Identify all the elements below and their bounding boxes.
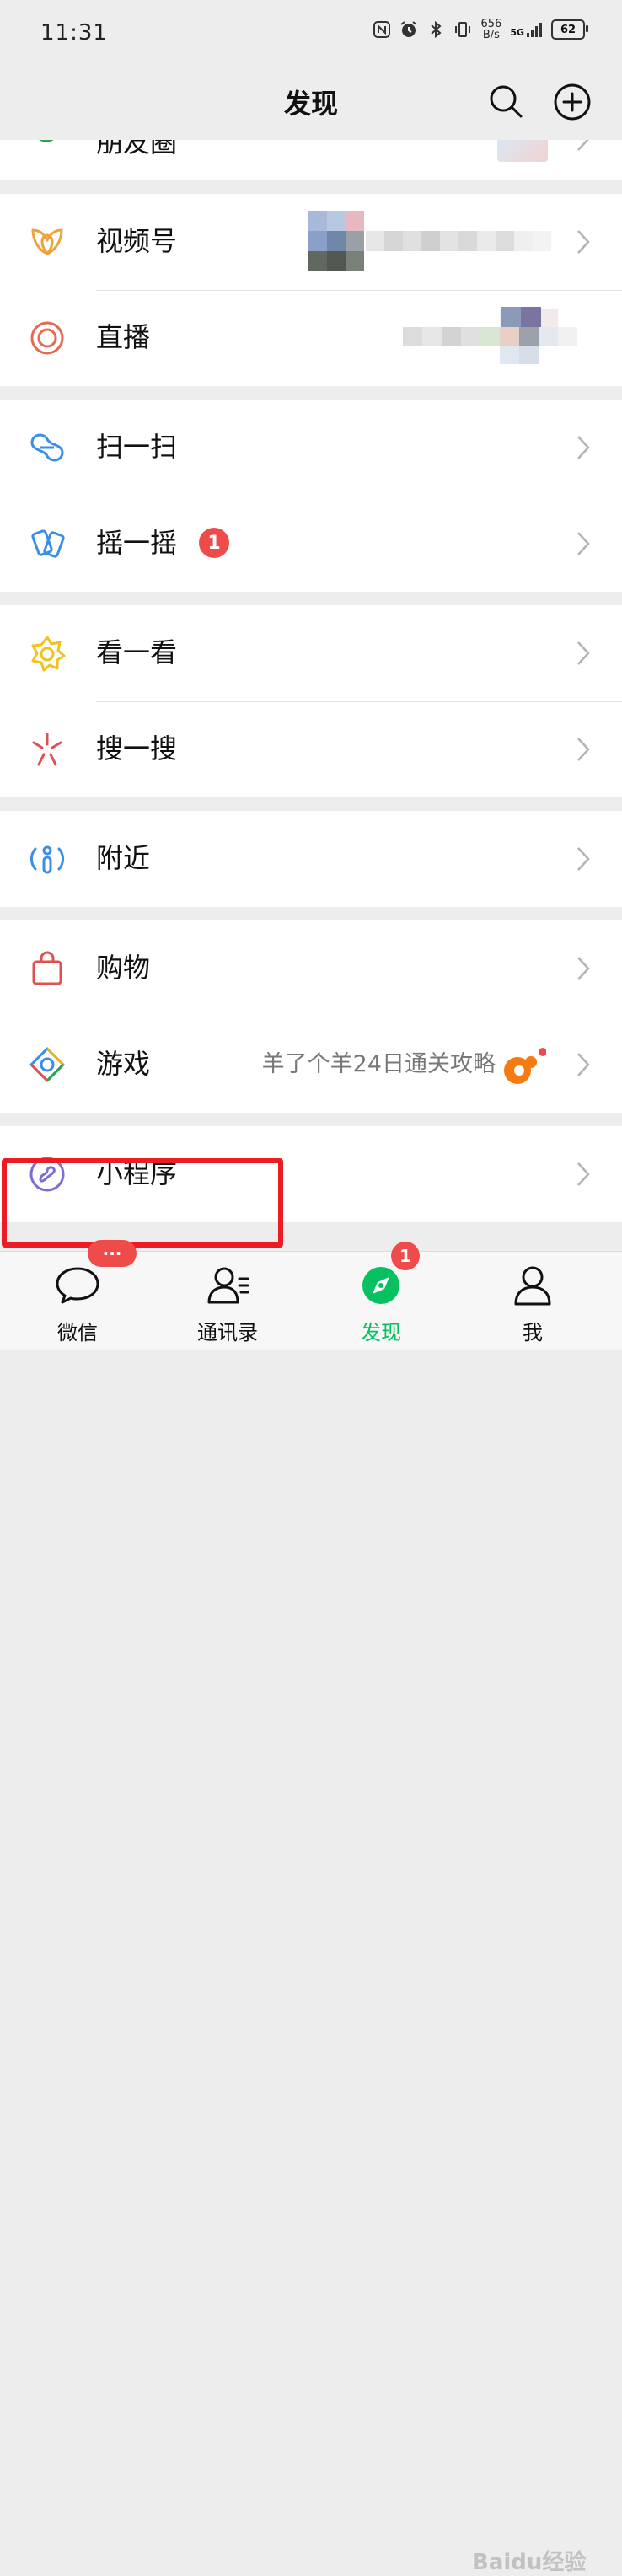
list-item-games[interactable]: 游戏 羊了个羊24日通关攻略 [0,1017,622,1113]
live-preview-blur [403,309,577,364]
games-promo-text: 羊了个羊24日通关攻略 [261,1051,496,1077]
scan-label: 扫一扫 [96,431,178,463]
nearby-icon [29,845,65,874]
page-title: 发现 [283,88,338,120]
moments-label: 朋友圈 [96,140,178,158]
games-promo-thumbnail [504,1048,546,1084]
list-item-shake[interactable]: 摇一摇 1 [0,496,622,592]
highlight-box-mini-programs [2,1158,283,1248]
group-moments: 朋友圈 [0,140,622,180]
discover-list[interactable]: 朋友圈 视频号 直播 扫一扫 摇一摇 1 看一看 搜一搜 附近 购物 游戏 羊了… [0,140,622,1251]
chat-bubble-icon [56,1267,99,1304]
moments-thumbnail [497,140,548,162]
vibrate-icon [455,22,471,37]
chevron-right-icon [577,532,590,555]
tab-discover[interactable]: 1 发现 [322,1242,440,1350]
group-scan-shake: 扫一扫 摇一摇 1 [0,400,622,592]
top-stories-label: 看一看 [96,636,178,668]
channels-label: 视频号 [96,225,178,257]
battery-indicator: 62 [551,19,588,40]
nfc-icon [373,21,391,38]
nearby-label: 附近 [96,842,151,874]
moments-icon [39,140,54,142]
top-stories-icon [31,636,66,672]
list-item-shopping[interactable]: 购物 [0,920,622,1017]
search-feature-icon [32,733,62,766]
chevron-right-icon [577,957,590,980]
signal-indicator: 5G [510,21,543,38]
list-item-nearby[interactable]: 附近 [0,811,622,907]
channels-preview-text-blur [366,231,551,251]
tab-chats[interactable]: ··· 微信 [19,1240,137,1350]
group-top-stories-search: 看一看 搜一搜 [0,605,622,797]
baidu-watermark: Baidu经验 [472,2550,587,2575]
live-icon [30,321,64,355]
tab-contacts-label: 通讯录 [197,1321,258,1344]
alarm-icon [400,21,418,37]
channels-icon [31,228,63,255]
chevron-right-icon [577,1162,590,1186]
games-icon [29,1047,65,1082]
tab-chats-label: 微信 [57,1321,98,1344]
bottom-tab-bar: ··· 微信 通讯录 1 发现 我 Baidu经验 [0,1240,622,2575]
list-item-channels[interactable]: 视频号 [0,194,622,290]
list-item-scan[interactable]: 扫一扫 [0,400,622,496]
discover-compass-icon [362,1267,399,1304]
chevron-right-icon [577,1053,590,1076]
signal-bars-icon [527,23,542,37]
shopping-bag-icon [32,951,62,985]
chevron-right-icon [577,641,590,665]
contacts-icon [207,1267,249,1304]
search-icon[interactable] [487,83,524,120]
live-preview-avatar-blur [501,307,541,327]
bluetooth-icon [431,20,442,39]
games-label: 游戏 [96,1048,151,1080]
status-time: 11:31 [40,20,108,46]
chevron-right-icon [577,140,589,151]
group-channels: 视频号 直播 [0,194,622,386]
tab-discover-label: 发现 [361,1321,401,1344]
chats-badge: ··· [88,1240,137,1267]
tab-contacts[interactable]: 通讯录 [169,1252,287,1350]
tab-me[interactable]: 我 [474,1252,592,1350]
top-nav-bar: 发现 [0,67,622,140]
list-item-search[interactable]: 搜一搜 [0,701,622,797]
group-nearby: 附近 [0,811,622,907]
shopping-label: 购物 [96,952,151,984]
group-shopping-games: 购物 游戏 羊了个羊24日通关攻略 [0,920,622,1113]
shake-icon [31,529,65,558]
add-icon[interactable] [553,83,592,121]
shake-notification-badge: 1 [199,528,229,558]
shake-label: 摇一摇 [96,527,178,559]
profile-icon [514,1266,551,1306]
live-label: 直播 [96,321,151,353]
chevron-right-icon [577,847,590,871]
discover-badge: 1 [391,1242,420,1270]
status-bar: 11:31 656 B/s 5G 62 [0,0,622,67]
status-icons: 656 B/s 5G 62 [373,18,588,41]
chevron-right-icon [577,436,590,459]
list-item-moments[interactable]: 朋友圈 [0,140,622,180]
chevron-right-icon [577,230,590,254]
tab-me-label: 我 [523,1321,543,1344]
channels-preview-thumbnail [308,211,364,271]
list-item-live[interactable]: 直播 [0,290,622,386]
chevron-right-icon [577,738,590,761]
network-speed: 656 B/s [480,18,502,41]
search-label: 搜一搜 [96,733,178,765]
scan-icon [30,433,64,462]
list-item-top-stories[interactable]: 看一看 [0,605,622,701]
